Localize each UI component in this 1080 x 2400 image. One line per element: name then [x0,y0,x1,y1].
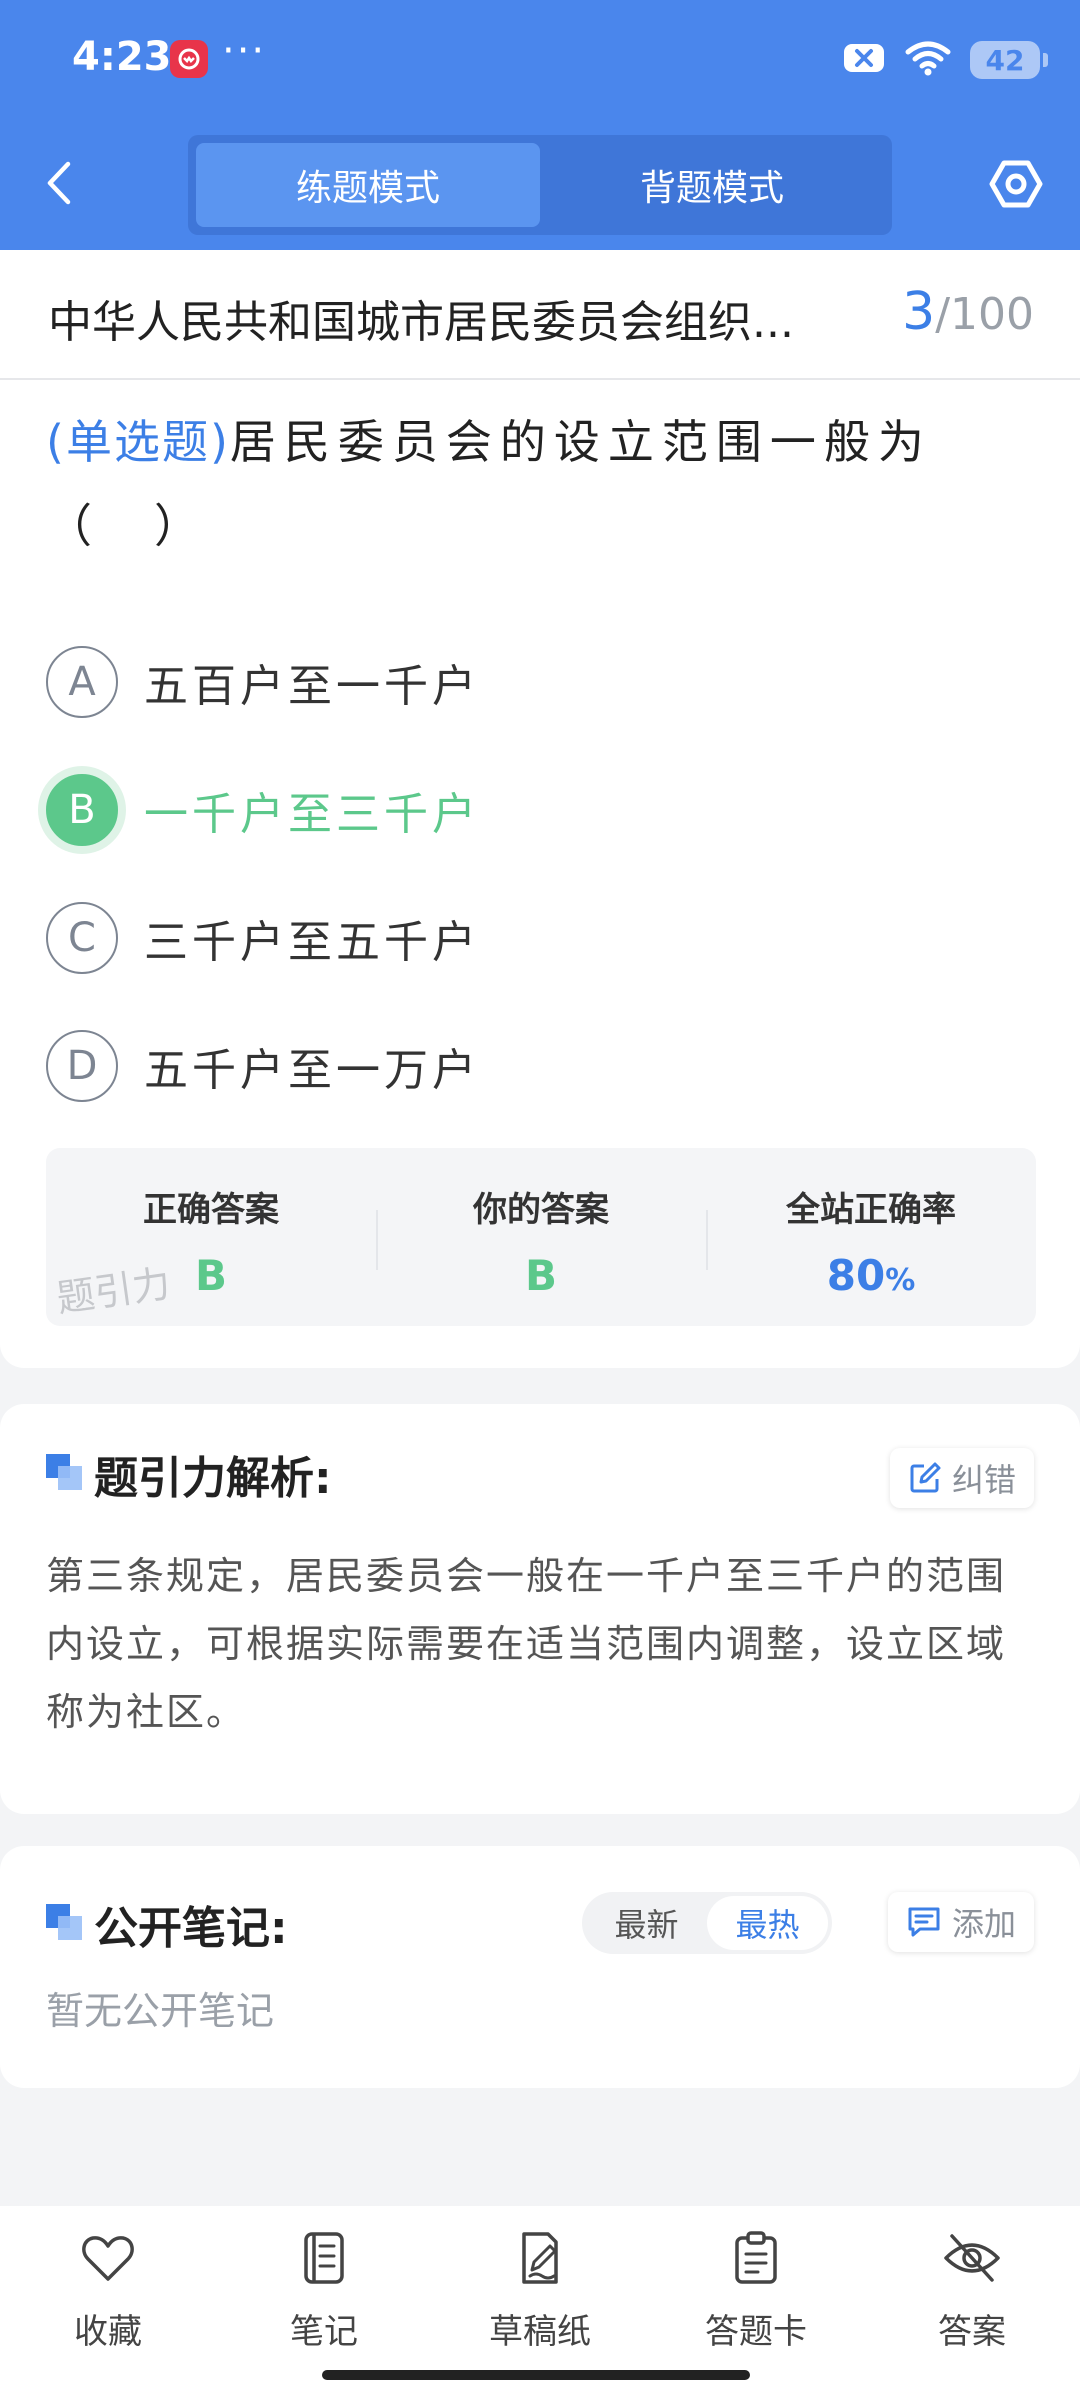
sort-hottest-tab[interactable]: 最热 [707,1896,828,1950]
your-answer-label: 你的答案 [473,1190,609,1230]
question-card: 中华人民共和国城市居民委员会组织... 3/100 (单选题)居民委员会的设立范… [0,250,1080,1368]
home-indicator[interactable] [322,2370,750,2380]
your-answer-value: B [524,1251,557,1300]
accuracy-rate-number: 80 [826,1251,886,1300]
report-error-button[interactable]: 纠错 [889,1448,1034,1508]
draft-paper-label: 草稿纸 [489,2312,591,2352]
analysis-card: 题引力解析: 纠错 第三条规定，居民委员会一般在一千户至三千户的范围内设立，可根… [0,1404,1080,1814]
report-error-label: 纠错 [951,1461,1016,1499]
accuracy-rate-block: 全站正确率 80% [706,1148,1036,1326]
clipboard-icon [735,2231,777,2284]
option-text: 一千户至三千户 [144,789,480,840]
wifi-icon [904,39,952,81]
draft-icon [522,2232,558,2284]
correct-answer-label: 正确答案 [143,1190,279,1230]
option-letter: A [46,646,118,718]
status-icons: 42 [842,38,1048,82]
total-question-count: /100 [935,289,1034,340]
sim-off-icon [842,40,886,80]
accuracy-rate-value: 80% [827,1251,916,1300]
watermark: 题引力 [53,1261,174,1321]
back-button[interactable] [40,158,80,208]
option-letter: B [46,774,118,846]
correct-answer-value: B [194,1251,227,1300]
notes-sort-toggle: 最新 最热 [582,1892,832,1954]
status-bar: 4:23 ··· 42 [0,0,1080,120]
favorite-label: 收藏 [74,2312,142,2352]
mode-toggle: 练题模式 背题模式 [188,135,892,235]
bottom-toolbar: 收藏 笔记 草稿纸 答题卡 答案 [0,2206,1080,2400]
draft-paper-button[interactable]: 草稿纸 [450,2228,630,2353]
add-note-button[interactable]: 添加 [887,1892,1034,1952]
accuracy-rate-label: 全站正确率 [786,1190,956,1230]
option-letter: C [46,902,118,974]
option-text: 五百户至一千户 [144,661,480,712]
notification-app-icon [170,40,208,78]
question-stem: (单选题)居民委员会的设立范围一般为（ ） [46,400,1036,568]
show-answer-label: 答案 [938,2312,1006,2352]
option-d[interactable]: D 五千户至一万户 [46,1002,1036,1130]
show-answer-button[interactable]: 答案 [882,2228,1062,2353]
answer-sheet-button[interactable]: 答题卡 [666,2228,846,2353]
your-answer-block: 你的答案 B [376,1148,706,1326]
correct-answer-block: 正确答案 B 题引力 [46,1148,376,1326]
tab-practice-mode[interactable]: 练题模式 [196,143,540,227]
option-b[interactable]: B 一千户至三千户 [46,746,1036,874]
notes-title: 公开笔记: [94,1903,288,1954]
option-a[interactable]: A 五百户至一千户 [46,618,1036,746]
option-text: 三千户至五千户 [144,917,480,968]
settings-icon [989,160,1043,208]
accuracy-rate-unit: % [885,1263,916,1298]
heart-icon [82,2236,134,2281]
exam-title-row: 中华人民共和国城市居民委员会组织... 3/100 [0,250,1080,380]
question-type: (单选题) [46,415,230,469]
analysis-title: 题引力解析: [94,1453,332,1504]
exam-title: 中华人民共和国城市居民委员会组织... [48,297,794,348]
section-marker-icon [46,1454,84,1492]
favorite-button[interactable]: 收藏 [18,2228,198,2353]
current-question-number: 3 [902,282,936,342]
question-progress: 3/100 [902,282,1034,342]
tab-memorize-mode[interactable]: 背题模式 [540,143,884,227]
option-list: A 五百户至一千户 B 一千户至三千户 C 三千户至五千户 D 五千户至一万户 [46,618,1036,1130]
more-notifications-icon: ··· [222,28,267,74]
status-time: 4:23 [72,34,172,80]
notes-button[interactable]: 笔记 [234,2228,414,2353]
chevron-left-icon [47,161,71,205]
app-header: 4:23 ··· 42 练题模式 背题模式 [0,0,1080,250]
settings-button[interactable] [988,156,1044,212]
option-c[interactable]: C 三千户至五千户 [46,874,1036,1002]
option-text: 五千户至一万户 [144,1045,480,1096]
answer-summary: 正确答案 B 题引力 你的答案 B 全站正确率 80% [46,1148,1036,1326]
empty-notes-text: 暂无公开笔记 [46,1989,275,2033]
section-marker-icon [46,1904,84,1942]
answer-sheet-label: 答题卡 [705,2312,807,2352]
analysis-text: 第三条规定，居民委员会一般在一千户至三千户的范围内设立，可根据实际需要在适当范围… [46,1554,1007,1734]
battery-indicator: 42 [970,41,1048,79]
option-letter: D [46,1030,118,1102]
add-note-label: 添加 [951,1905,1016,1943]
public-notes-card: 公开笔记: 最新 最热 添加 暂无公开笔记 [0,1846,1080,2088]
comment-icon [908,1907,940,1937]
eye-off-icon [944,2234,1000,2282]
notes-label: 笔记 [290,2312,358,2352]
edit-icon [910,1462,941,1493]
sort-newest-tab[interactable]: 最新 [586,1896,707,1950]
notebook-icon [304,2232,344,2284]
